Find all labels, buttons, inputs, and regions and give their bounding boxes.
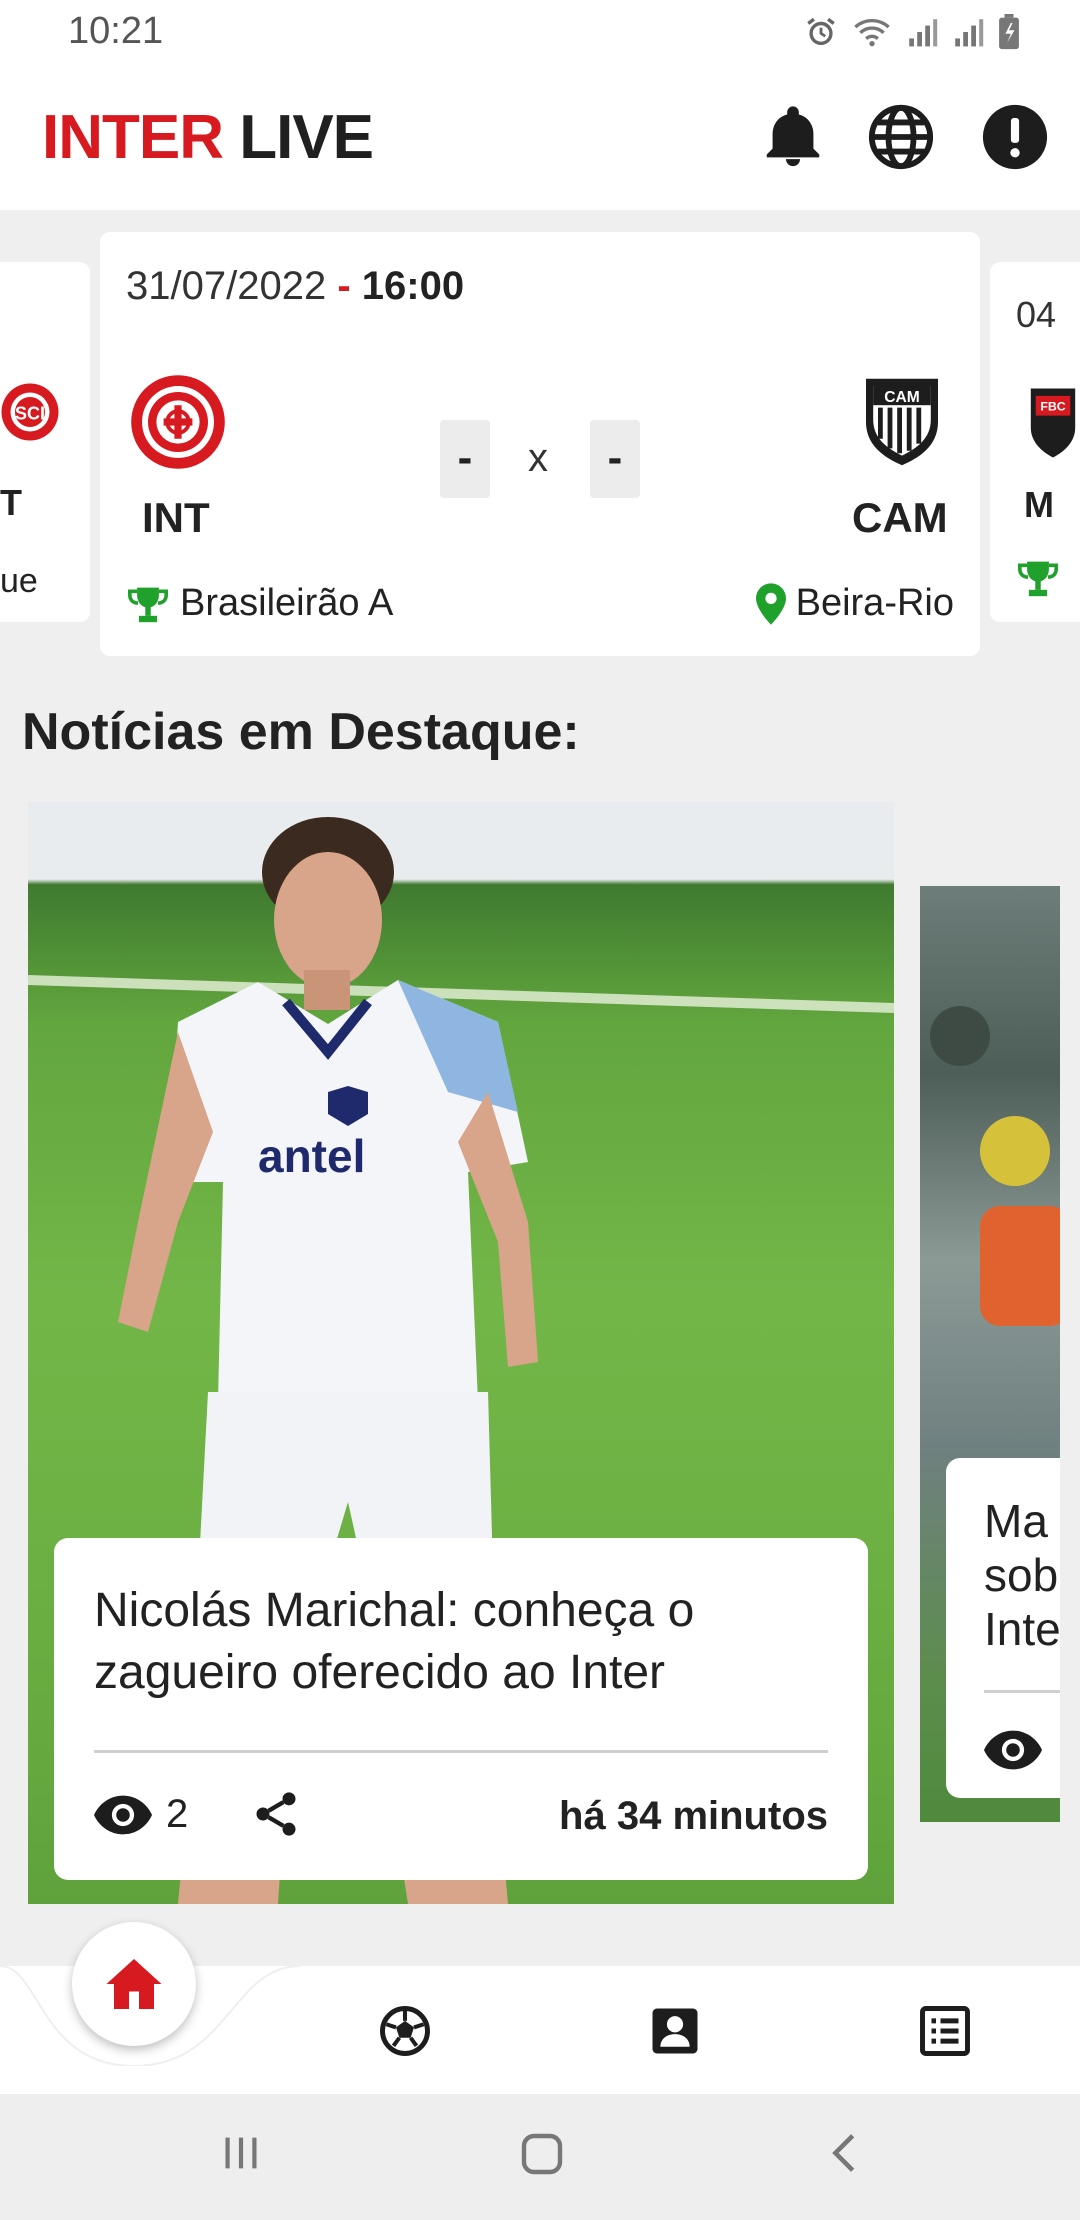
status-time: 10:21 — [68, 10, 164, 52]
home-score: - — [440, 420, 490, 498]
app-logo: INTER LIVE — [42, 102, 374, 173]
soccer-ball-icon[interactable] — [378, 2004, 432, 2058]
away-team-code: CAM — [852, 494, 948, 541]
cam-crest-icon: CAM — [866, 378, 938, 466]
app-bar: INTER LIVE — [0, 64, 1080, 210]
list-icon[interactable] — [918, 2004, 972, 2058]
home-team-code: INT — [142, 494, 210, 541]
eye-icon — [984, 1730, 1042, 1770]
svg-text:FBC: FBC — [1040, 400, 1065, 414]
back-icon[interactable] — [822, 2130, 868, 2176]
match-card-previous[interactable]: SCI T ue — [0, 262, 90, 622]
location-pin-icon — [755, 582, 786, 625]
section-title: Notícias em Destaque: — [22, 703, 580, 761]
int-crest-icon: SCI — [1, 383, 59, 441]
home-icon — [106, 1959, 162, 2009]
news-title-fragment: Ma sob Inte — [984, 1495, 1060, 1655]
versus-label: x — [528, 436, 548, 480]
caption-divider — [94, 1750, 828, 1753]
prev-team-code: T — [0, 482, 22, 523]
news-time-ago: há 34 minutos — [559, 1794, 828, 1838]
crowd-detail — [980, 1116, 1050, 1186]
eye-icon — [94, 1795, 152, 1834]
news-card-next[interactable]: Ma sob Inte — [920, 886, 1060, 1822]
prev-competition-fragment: ue — [0, 562, 38, 600]
match-datetime: 31/07/2022 - 16:00 — [126, 264, 464, 309]
next-match-date-fragment: 04 — [1016, 294, 1057, 335]
away-score: - — [590, 420, 640, 498]
svg-text:antel: antel — [258, 1130, 365, 1182]
home-system-icon[interactable] — [518, 2130, 566, 2178]
battery-icon — [999, 14, 1019, 50]
views-count: 2 — [94, 1792, 188, 1837]
news-title[interactable]: Nicolás Marichal: conheça o zagueiro ofe… — [94, 1580, 834, 1704]
system-navigation-bar — [0, 2094, 1080, 2220]
svg-text:CAM: CAM — [884, 389, 920, 406]
next-team-code: M — [1024, 484, 1054, 525]
logo-inter: INTER — [42, 103, 224, 172]
venue: Beira-Rio — [755, 582, 954, 625]
match-time: 16:00 — [361, 264, 465, 308]
news-caption[interactable]: Nicolás Marichal: conheça o zagueiro ofe… — [54, 1538, 868, 1880]
crowd-detail — [930, 1006, 990, 1066]
signal-icon — [909, 19, 938, 47]
crowd-detail — [980, 1206, 1060, 1326]
match-card-current[interactable]: 31/07/2022 - 16:00 INT - x - CAM CAM Bra… — [100, 232, 980, 656]
trophy-icon — [1018, 561, 1058, 597]
competition: Brasileirão A — [126, 582, 393, 625]
share-icon[interactable] — [250, 1788, 302, 1840]
trophy-icon — [128, 587, 168, 622]
status-icons — [804, 12, 1020, 52]
logo-live: LIVE — [239, 103, 374, 172]
signal-icon-2 — [955, 19, 984, 47]
alarm-icon — [807, 17, 835, 46]
recents-icon[interactable] — [218, 2130, 264, 2176]
int-crest-icon — [131, 375, 225, 469]
globe-icon[interactable] — [866, 102, 936, 172]
wifi-icon — [854, 19, 890, 47]
svg-text:SCI: SCI — [15, 404, 45, 424]
match-card-next[interactable]: 04 FBC M — [990, 262, 1080, 622]
status-bar: 10:21 — [0, 0, 1080, 64]
caption-divider — [984, 1690, 1060, 1693]
contact-card-icon[interactable] — [648, 2004, 702, 2058]
competition-name: Brasileirão A — [180, 582, 394, 624]
views-number: 2 — [166, 1792, 189, 1836]
news-caption-next[interactable]: Ma sob Inte — [946, 1458, 1060, 1798]
match-date-separator: - — [337, 264, 351, 308]
bell-icon[interactable] — [758, 102, 828, 172]
news-card-featured[interactable]: antel Nicolás Marichal: conheça o zaguei… — [28, 802, 894, 1904]
nav-home-button[interactable] — [72, 1922, 196, 2046]
alert-icon[interactable] — [980, 102, 1050, 172]
venue-name: Beira-Rio — [795, 582, 954, 624]
opponent-crest-icon: FBC — [1030, 388, 1076, 458]
match-date: 31/07/2022 — [126, 264, 327, 308]
